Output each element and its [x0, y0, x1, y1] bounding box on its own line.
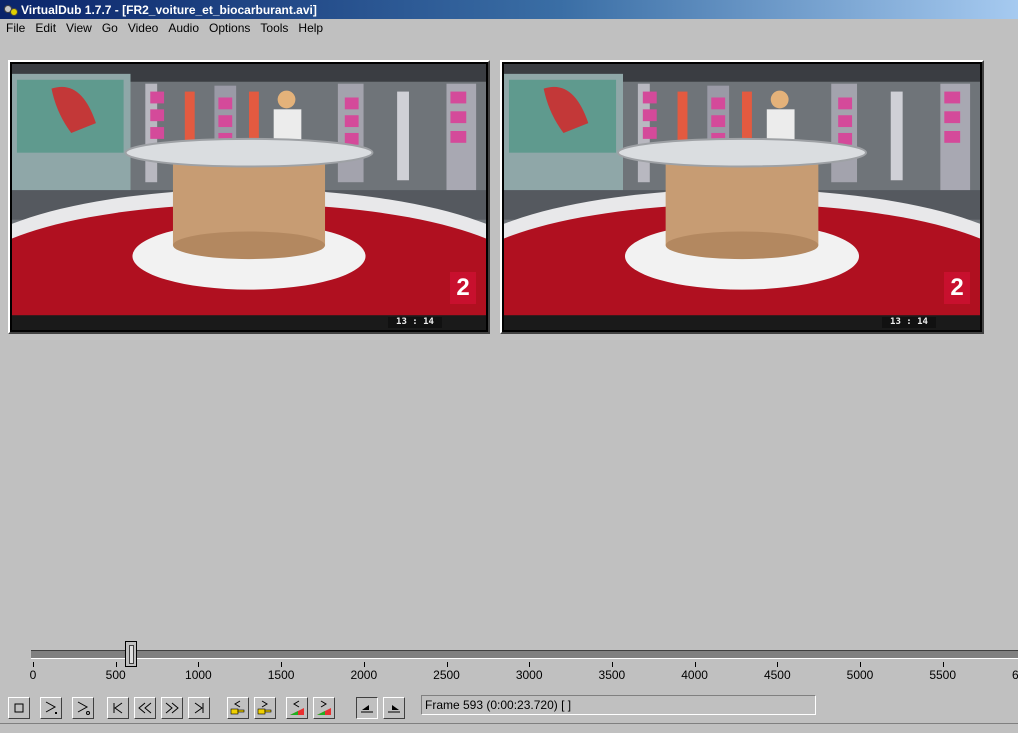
timeline-tick-label: 5000	[846, 668, 874, 682]
timeline-tick	[860, 662, 861, 667]
timeline-tick-label: 1000	[185, 668, 212, 682]
scene-back-button[interactable]	[286, 697, 308, 719]
channel-logo: 2	[944, 272, 970, 304]
menu-help[interactable]: Help	[293, 19, 328, 38]
timeline-track[interactable]	[31, 650, 1018, 659]
play-input-icon	[45, 701, 57, 714]
timeline-tick-label: 4000	[681, 668, 708, 682]
window-title: VirtualDub 1.7.7 - [FR2_voiture_et_bioca…	[21, 2, 317, 17]
status-divider	[0, 723, 1018, 724]
output-video-frame: 13 : 14 2	[504, 64, 980, 330]
timeline-tick	[281, 662, 283, 667]
mark-out-button[interactable]	[383, 697, 405, 719]
menu-go[interactable]: Go	[97, 19, 123, 38]
virtualdub-gears-icon[interactable]	[4, 3, 18, 17]
timeline-tick	[694, 662, 696, 667]
stop-button[interactable]	[8, 697, 30, 719]
input-video-pane[interactable]: 13 : 14 2	[8, 60, 490, 334]
timeline-tick	[529, 662, 531, 667]
timeline-tick	[777, 662, 779, 667]
timeline-tick-label: 4500	[763, 668, 791, 682]
prev-keyframe-button[interactable]	[227, 697, 249, 719]
play-output-button[interactable]	[72, 697, 94, 719]
news-studio-image	[504, 64, 980, 330]
go-end-button[interactable]	[188, 697, 210, 719]
menu-edit[interactable]: Edit	[30, 19, 61, 38]
timeline-tick	[33, 662, 34, 667]
mark-in-button[interactable]	[356, 697, 378, 719]
timeline-tick	[942, 662, 944, 667]
menu-file[interactable]: File	[0, 19, 30, 38]
timeline-tick-label: 5500	[929, 668, 957, 682]
output-video-pane[interactable]: 13 : 14 2	[500, 60, 984, 334]
menu-audio[interactable]: Audio	[163, 19, 204, 38]
timeline-tick	[446, 662, 448, 667]
channel-logo: 2	[450, 272, 476, 304]
play-input-button[interactable]	[40, 697, 62, 719]
mark-out-icon	[388, 705, 400, 713]
timeline-tick-label: 0	[29, 668, 37, 682]
scene-forward-button[interactable]	[313, 697, 335, 719]
timeline-tick	[115, 662, 117, 667]
frame-status-field: Frame 593 (0:00:23.720) [ ]	[421, 695, 816, 715]
broadcast-time: 13 : 14	[388, 317, 442, 328]
timeline-tick-label: 1500	[267, 668, 295, 682]
go-start-button[interactable]	[107, 697, 129, 719]
prev-keyframe-icon	[230, 700, 245, 715]
timeline-tick-label: 3500	[598, 668, 626, 682]
timeline-thumb[interactable]	[125, 641, 138, 667]
next-frame-button[interactable]	[161, 697, 183, 719]
menu-video[interactable]: Video	[123, 19, 163, 38]
prev-frame-icon	[138, 702, 152, 714]
scene-back-icon	[290, 700, 304, 715]
timeline-tick	[363, 662, 365, 667]
stop-icon	[14, 703, 24, 713]
title-bar[interactable]: VirtualDub 1.7.7 - [FR2_voiture_et_bioca…	[0, 0, 1018, 19]
next-keyframe-button[interactable]	[254, 697, 276, 719]
timeline-tick	[198, 662, 200, 667]
play-output-icon	[77, 701, 90, 715]
broadcast-time: 13 : 14	[882, 317, 936, 328]
menu-tools[interactable]: Tools	[255, 19, 293, 38]
go-end-icon	[194, 702, 204, 714]
mark-in-icon	[361, 705, 373, 713]
next-frame-icon	[165, 702, 179, 714]
timeline-tick-label: 500	[105, 668, 126, 682]
timeline-tick-label: 3000	[515, 668, 543, 682]
news-studio-image	[12, 64, 486, 330]
input-video-frame: 13 : 14 2	[12, 64, 486, 330]
timeline-tick-label: 6000	[1012, 668, 1018, 682]
timeline-tick-label: 2500	[433, 668, 460, 682]
scene-forward-icon	[317, 700, 331, 715]
menu-bar: File Edit View Go Video Audio Options To…	[0, 19, 1018, 38]
timeline-tick-label: 2000	[350, 668, 378, 682]
timeline-tick	[611, 662, 613, 667]
menu-options[interactable]: Options	[204, 19, 255, 38]
prev-frame-button[interactable]	[134, 697, 156, 719]
next-keyframe-icon	[257, 700, 272, 715]
go-start-icon	[113, 702, 123, 714]
menu-view[interactable]: View	[61, 19, 97, 38]
